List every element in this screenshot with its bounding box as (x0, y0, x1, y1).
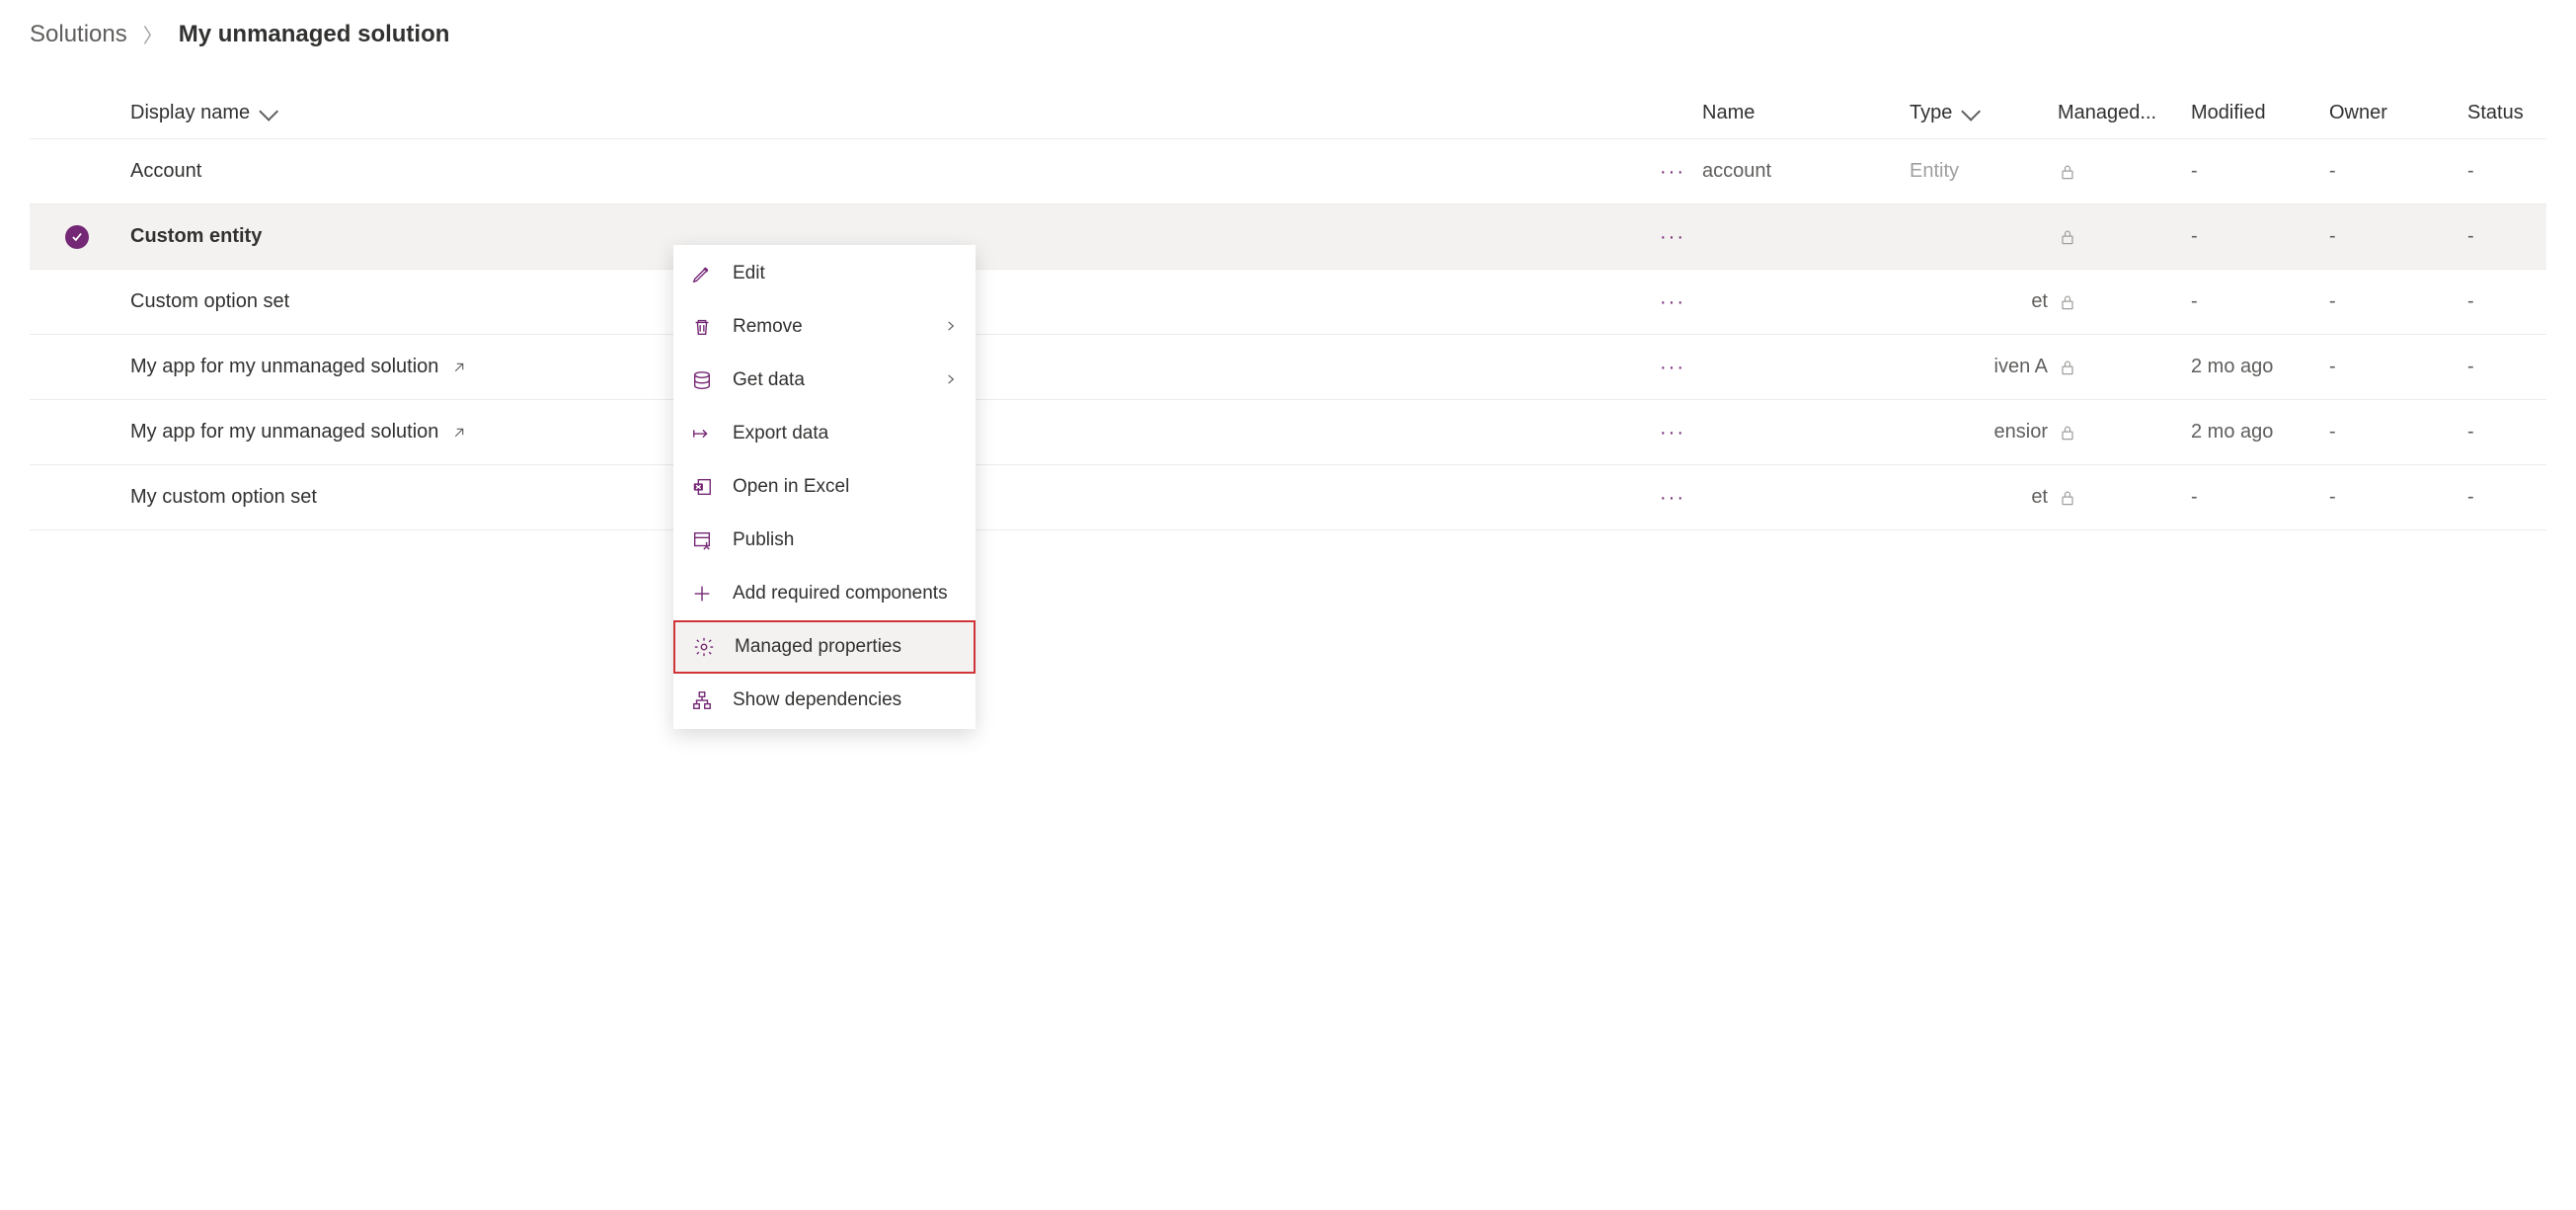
more-actions-button[interactable]: ··· (1660, 162, 1685, 182)
chevron-right-icon (944, 369, 958, 392)
gear-icon (693, 636, 715, 658)
table-row[interactable]: Custom option set ··· et - - - (30, 270, 2546, 335)
chevron-right-icon (944, 316, 958, 339)
breadcrumb: Solutions 〉 My unmanaged solution (30, 0, 2546, 88)
modified-cell: 2 mo ago (2191, 356, 2273, 378)
breadcrumb-root[interactable]: Solutions (30, 21, 127, 48)
menu-export-data[interactable]: Export data (673, 407, 976, 460)
status-cell: - (2467, 160, 2474, 183)
type-cell: et (1910, 290, 2058, 313)
modified-cell: - (2191, 486, 2198, 509)
menu-show-dependencies[interactable]: Show dependencies (673, 674, 976, 727)
menu-open-excel[interactable]: Open in Excel (673, 460, 976, 514)
pencil-icon (691, 263, 713, 284)
table-row[interactable]: My app for my unmanaged solution ··· iven … (30, 335, 2546, 400)
display-name-cell[interactable]: My app for my unmanaged solution (130, 356, 468, 378)
owner-cell: - (2329, 486, 2336, 509)
status-cell: - (2467, 421, 2474, 444)
display-name-cell[interactable]: My app for my unmanaged solution (130, 421, 468, 444)
hierarchy-icon (691, 689, 713, 711)
col-type[interactable]: Type (1910, 102, 1976, 124)
solution-table: Display name Name Type Managed... Modifi… (30, 88, 2546, 530)
col-name[interactable]: Name (1702, 102, 1755, 124)
name-cell: account (1702, 160, 1771, 183)
menu-add-required[interactable]: Add required components (673, 567, 976, 620)
menu-managed-properties[interactable]: Managed properties (673, 620, 976, 674)
lock-icon (2058, 423, 2077, 443)
status-cell: - (2467, 486, 2474, 509)
publish-icon (691, 529, 713, 551)
col-owner[interactable]: Owner (2329, 102, 2387, 124)
display-name-cell[interactable]: Custom entity (130, 225, 262, 248)
modified-cell: - (2191, 225, 2198, 248)
table-header: Display name Name Type Managed... Modifi… (30, 88, 2546, 139)
more-actions-button[interactable]: ··· (1660, 423, 1685, 443)
type-cell: Entity (1910, 160, 1959, 183)
export-icon (691, 423, 713, 444)
table-row[interactable]: My app for my unmanaged solution ··· ensio… (30, 400, 2546, 465)
plus-icon (691, 583, 713, 605)
chevron-down-icon (259, 101, 278, 121)
chevron-down-icon (1962, 101, 1982, 121)
type-cell: iven A (1910, 356, 2058, 378)
trash-icon (691, 316, 713, 338)
more-actions-button[interactable]: ··· (1660, 358, 1685, 377)
database-icon (691, 369, 713, 391)
table-row[interactable]: Custom entity ··· - - - (30, 204, 2546, 270)
table-row[interactable]: Account ··· account Entity - - - (30, 139, 2546, 204)
menu-remove[interactable]: Remove (673, 300, 976, 354)
menu-get-data[interactable]: Get data (673, 354, 976, 407)
col-modified[interactable]: Modified (2191, 102, 2266, 124)
lock-icon (2058, 292, 2077, 312)
owner-cell: - (2329, 160, 2336, 183)
external-link-icon (450, 359, 468, 376)
status-cell: - (2467, 225, 2474, 248)
modified-cell: 2 mo ago (2191, 421, 2273, 444)
breadcrumb-current: My unmanaged solution (179, 21, 450, 48)
more-actions-button[interactable]: ··· (1660, 488, 1685, 508)
owner-cell: - (2329, 356, 2336, 378)
lock-icon (2058, 488, 2077, 508)
excel-icon (691, 476, 713, 498)
menu-publish[interactable]: Publish (673, 514, 976, 567)
display-name-cell[interactable]: Account (130, 160, 201, 183)
type-cell: ensior (1910, 421, 2058, 444)
context-menu: Edit Remove Get data Export data Open in… (673, 245, 976, 729)
owner-cell: - (2329, 290, 2336, 313)
lock-icon (2058, 358, 2077, 377)
table-row[interactable]: My custom option set ··· et - - - (30, 465, 2546, 530)
modified-cell: - (2191, 290, 2198, 313)
owner-cell: - (2329, 225, 2336, 248)
menu-edit[interactable]: Edit (673, 247, 976, 300)
modified-cell: - (2191, 160, 2198, 183)
chevron-right-icon: 〉 (143, 20, 163, 48)
more-actions-button[interactable]: ··· (1660, 292, 1685, 312)
external-link-icon (450, 424, 468, 442)
status-cell: - (2467, 356, 2474, 378)
display-name-cell[interactable]: My custom option set (130, 486, 317, 509)
col-status[interactable]: Status (2467, 102, 2524, 124)
type-cell: et (1910, 486, 2058, 509)
status-cell: - (2467, 290, 2474, 313)
display-name-cell[interactable]: Custom option set (130, 290, 289, 313)
owner-cell: - (2329, 421, 2336, 444)
col-display-name[interactable]: Display name (130, 102, 273, 124)
lock-icon (2058, 227, 2077, 247)
lock-icon (2058, 162, 2077, 182)
check-icon (65, 225, 89, 249)
more-actions-button[interactable]: ··· (1660, 227, 1685, 247)
col-managed[interactable]: Managed... (2058, 102, 2156, 124)
